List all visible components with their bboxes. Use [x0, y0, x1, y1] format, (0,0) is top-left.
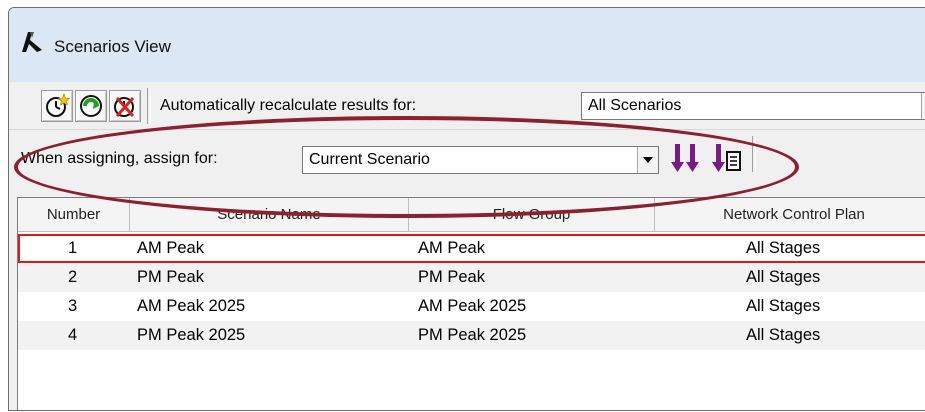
recalc-toolbar: Automatically recalculate results for: A…	[9, 82, 925, 130]
cell-scenario-name: AM Peak 2025	[137, 297, 246, 315]
assign-select-value: Current Scenario	[309, 151, 430, 168]
cell-flow-group: PM Peak	[418, 268, 485, 286]
toolbar-separator	[147, 88, 151, 124]
chevron-down-icon[interactable]	[637, 147, 658, 173]
cell-control-plan: All Stages	[746, 239, 821, 257]
grid-header: Number Scenario Name Flow Group Network …	[18, 198, 925, 232]
column-header-flow-group[interactable]: Flow Group	[409, 198, 655, 231]
cell-scenario-name: PM Peak 2025	[137, 326, 246, 344]
assign-scenario-select[interactable]: Current Scenario	[302, 146, 659, 174]
new-scenario-clock-icon	[46, 93, 71, 117]
cell-control-plan: All Stages	[746, 326, 821, 344]
recalc-select-value: All Scenarios	[588, 97, 682, 114]
assign-report-button[interactable]	[707, 138, 747, 178]
scenarios-grid: Number Scenario Name Flow Group Network …	[17, 197, 925, 410]
assign-down-arrows-icon	[671, 144, 699, 172]
delete-scenario-button[interactable]	[109, 90, 141, 122]
chevron-down-icon[interactable]	[921, 93, 925, 119]
assign-button[interactable]	[666, 138, 706, 178]
cell-number: 4	[68, 326, 78, 344]
refresh-button[interactable]	[75, 90, 107, 122]
toolbar-separator	[752, 136, 756, 172]
refresh-green-icon	[80, 95, 102, 117]
column-header-number[interactable]: Number	[18, 198, 130, 231]
delete-scenario-icon	[114, 97, 135, 117]
assign-report-icon	[712, 144, 741, 172]
window-title: Scenarios View	[54, 37, 171, 56]
column-header-network-control-plan[interactable]: Network Control Plan	[655, 198, 925, 231]
cell-number: 3	[68, 297, 78, 315]
cell-control-plan: All Stages	[746, 297, 821, 315]
table-row[interactable]: 4 PM Peak 2025 PM Peak 2025 All Stages	[18, 321, 925, 350]
cell-scenario-name: PM Peak	[137, 268, 204, 286]
title-bar[interactable]: Scenarios View	[9, 8, 925, 82]
cell-control-plan: All Stages	[746, 268, 821, 286]
assign-label: When assigning, assign for:	[21, 150, 218, 167]
column-header-scenario-name[interactable]: Scenario Name	[130, 198, 409, 231]
cell-number: 2	[68, 268, 78, 286]
recalc-label: Automatically recalculate results for:	[160, 97, 417, 114]
scenarios-view-window: Scenarios View Automatically recalculate…	[8, 7, 925, 411]
recalc-scenarios-select[interactable]: All Scenarios	[581, 92, 925, 120]
assign-toolbar: When assigning, assign for: Current Scen…	[9, 130, 925, 189]
cell-scenario-name: AM Peak	[137, 239, 204, 257]
table-row[interactable]: 3 AM Peak 2025 AM Peak 2025 All Stages	[18, 292, 925, 321]
new-scenario-button[interactable]	[41, 90, 73, 122]
table-row[interactable]: 1 AM Peak AM Peak All Stages	[18, 234, 925, 263]
cell-number: 1	[68, 239, 78, 257]
cell-flow-group: AM Peak	[418, 239, 485, 257]
scenarios-app-icon	[22, 32, 42, 52]
table-row[interactable]: 2 PM Peak PM Peak All Stages	[18, 263, 925, 292]
cell-flow-group: AM Peak 2025	[418, 297, 527, 315]
cell-flow-group: PM Peak 2025	[418, 326, 527, 344]
